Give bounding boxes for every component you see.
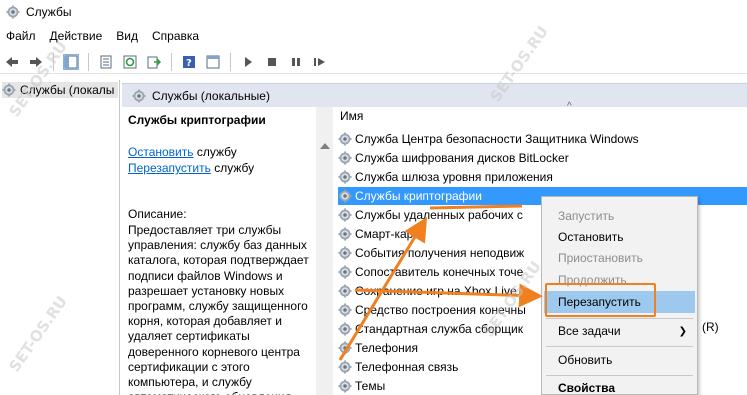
service-name: Служба Центра безопасности Защитника Win… bbox=[355, 132, 639, 146]
services-gear-icon bbox=[6, 5, 20, 19]
service-gear-icon bbox=[338, 360, 352, 374]
toolbar-separator bbox=[171, 52, 172, 71]
service-name: Служба шифрования дисков BitLocker bbox=[355, 151, 569, 165]
services-gear-icon bbox=[132, 89, 146, 103]
service-name: Стандартная служба сборщик bbox=[355, 322, 523, 336]
export-icon[interactable] bbox=[146, 54, 162, 70]
toolbar-separator bbox=[53, 52, 54, 71]
restart-link-suffix: службу bbox=[210, 161, 255, 175]
service-name: Сохранение игр на Xbox Live bbox=[355, 284, 517, 298]
service-name: Служба шлюза уровня приложения bbox=[355, 170, 553, 184]
service-row[interactable]: Служба Центра безопасности Защитника Win… bbox=[338, 130, 747, 148]
service-gear-icon bbox=[338, 265, 352, 279]
tree-item-label: Службы (локалы bbox=[20, 83, 115, 97]
stop-service-link[interactable]: Остановить bbox=[128, 145, 194, 159]
console-icon[interactable] bbox=[205, 54, 221, 70]
panel-header-title: Службы (локальные) bbox=[152, 88, 270, 103]
description-scrollbar[interactable] bbox=[316, 107, 333, 395]
sort-caret-icon: ^ bbox=[567, 101, 572, 112]
menu-bar: Файл Действие Вид Справка bbox=[0, 26, 747, 46]
pause-service-icon[interactable] bbox=[288, 54, 304, 70]
service-name: Темы bbox=[355, 379, 386, 393]
menu-separator bbox=[546, 318, 693, 319]
back-icon[interactable] bbox=[4, 54, 20, 70]
row-suffix-text: (R) bbox=[702, 320, 719, 334]
service-name: Службы криптографии bbox=[355, 189, 482, 203]
menu-item-start[interactable]: Запустить bbox=[544, 205, 695, 227]
service-gear-icon bbox=[338, 227, 352, 241]
service-gear-icon bbox=[338, 246, 352, 260]
stop-service-icon[interactable] bbox=[264, 54, 280, 70]
toolbar: ? bbox=[0, 50, 747, 74]
service-name: Смарт-карта bbox=[355, 227, 426, 241]
service-gear-icon bbox=[338, 341, 352, 355]
toolbar-separator bbox=[88, 52, 89, 71]
forward-icon[interactable] bbox=[28, 54, 44, 70]
title-bar: Службы bbox=[0, 0, 747, 24]
description-text: Предоставляет три службы управления: слу… bbox=[128, 223, 309, 395]
service-name: Сопоставитель конечных точе bbox=[355, 265, 524, 279]
properties-icon[interactable] bbox=[98, 54, 114, 70]
service-row[interactable]: Служба шлюза уровня приложения bbox=[338, 168, 747, 186]
panel-header: Службы (локальные) bbox=[122, 83, 747, 107]
window-title: Службы bbox=[26, 5, 72, 19]
toolbar-separator bbox=[230, 52, 231, 71]
service-name: Средство построения конечны bbox=[355, 303, 526, 317]
selected-service-title: Службы криптографии bbox=[128, 113, 266, 127]
refresh-icon[interactable] bbox=[122, 54, 138, 70]
service-name: Телефонная связь bbox=[355, 360, 459, 374]
restart-service-icon[interactable] bbox=[312, 54, 328, 70]
restart-link-line: Перезапустить службу bbox=[128, 161, 254, 175]
service-gear-icon bbox=[338, 170, 352, 184]
description-label: Описание: bbox=[128, 207, 187, 221]
show-tree-icon[interactable] bbox=[63, 53, 79, 70]
service-gear-icon bbox=[338, 379, 352, 393]
stop-link-line: Остановить службу bbox=[128, 145, 237, 159]
service-gear-icon bbox=[338, 189, 352, 203]
description-pane: Службы криптографии Остановить службу Пе… bbox=[122, 107, 332, 395]
menu-help[interactable]: Справка bbox=[146, 29, 207, 43]
service-row[interactable]: Служба шифрования дисков BitLocker bbox=[338, 149, 747, 167]
column-header-name[interactable]: Имя bbox=[340, 109, 363, 123]
help-icon[interactable]: ? bbox=[181, 54, 197, 70]
scroll-up-arrow-icon[interactable] bbox=[320, 143, 330, 149]
console-tree: Службы (локалы bbox=[0, 80, 120, 395]
menu-view[interactable]: Вид bbox=[110, 29, 146, 43]
services-gear-icon bbox=[2, 83, 16, 97]
menu-item-refresh[interactable]: Обновить bbox=[544, 349, 695, 371]
service-gear-icon bbox=[338, 303, 352, 317]
start-service-icon[interactable] bbox=[240, 54, 256, 70]
service-name: Телефония bbox=[355, 341, 418, 355]
submenu-arrow-icon: ❯ bbox=[678, 326, 687, 337]
svg-text:?: ? bbox=[186, 58, 192, 69]
restart-highlight-box bbox=[545, 283, 656, 317]
tree-item-services-local[interactable]: Службы (локалы bbox=[2, 82, 119, 98]
service-gear-icon bbox=[338, 151, 352, 165]
menu-file[interactable]: Файл bbox=[0, 29, 44, 43]
menu-action[interactable]: Действие bbox=[44, 29, 111, 43]
restart-service-link[interactable]: Перезапустить bbox=[128, 161, 211, 175]
stop-link-suffix: службу bbox=[193, 145, 237, 159]
menu-item-all-tasks[interactable]: Все задачи ❯ bbox=[544, 320, 695, 342]
all-tasks-label: Все задачи bbox=[558, 324, 621, 338]
service-name: Службы удаленных рабочих с bbox=[355, 208, 523, 222]
menu-separator bbox=[546, 375, 693, 376]
menu-item-stop[interactable]: Остановить bbox=[544, 226, 695, 248]
service-gear-icon bbox=[338, 322, 352, 336]
service-gear-icon bbox=[338, 208, 352, 222]
service-gear-icon bbox=[338, 284, 352, 298]
service-gear-icon bbox=[338, 132, 352, 146]
service-name: События получения неподвиж bbox=[355, 246, 525, 260]
menu-item-pause[interactable]: Приостановить bbox=[544, 247, 695, 269]
menu-separator bbox=[546, 346, 693, 347]
menu-item-properties[interactable]: Свойства bbox=[544, 377, 695, 395]
